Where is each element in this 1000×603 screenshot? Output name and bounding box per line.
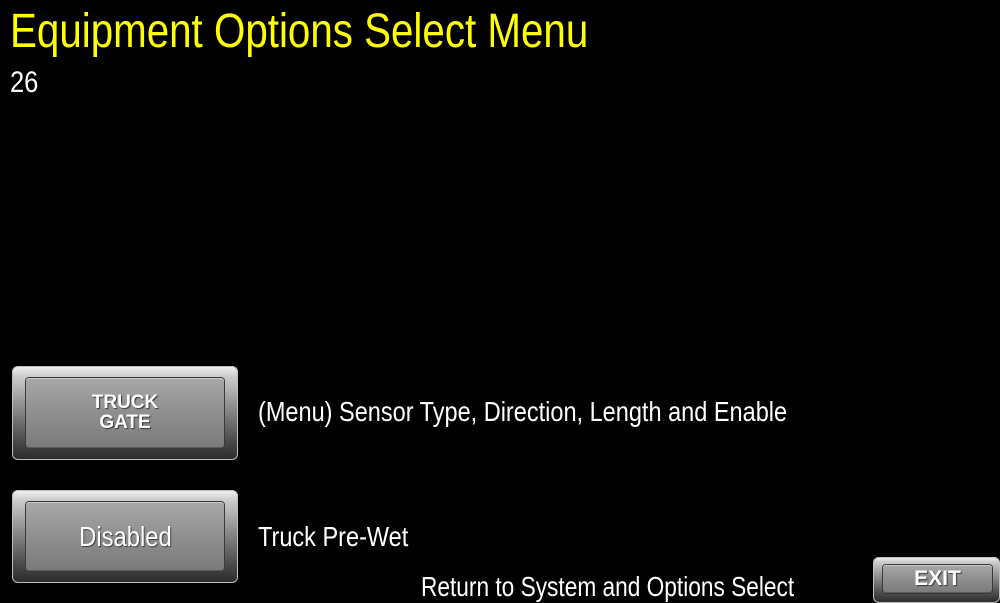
page-title: Equipment Options Select Menu xyxy=(10,5,589,58)
exit-button[interactable]: EXIT xyxy=(873,557,1000,603)
truck-gate-label-line2: GATE xyxy=(99,412,151,433)
screen-number: 26 xyxy=(10,66,39,99)
truck-gate-button-label: TRUCK GATE xyxy=(92,393,159,433)
prewet-button-face[interactable]: Disabled xyxy=(26,502,224,571)
prewet-description: Truck Pre-Wet xyxy=(258,521,409,552)
exit-button-face[interactable]: EXIT xyxy=(883,565,992,593)
truck-gate-label-line1: TRUCK xyxy=(91,392,159,414)
return-description: Return to System and Options Select xyxy=(421,571,795,602)
prewet-toggle-button[interactable]: Disabled xyxy=(12,490,238,583)
truck-gate-button[interactable]: TRUCK GATE xyxy=(12,366,238,460)
screen: Equipment Options Select Menu 26 TRUCK G… xyxy=(0,0,1000,603)
prewet-button-label: Disabled xyxy=(78,520,172,552)
exit-button-label: EXIT xyxy=(914,566,961,590)
truck-gate-description: (Menu) Sensor Type, Direction, Length an… xyxy=(258,396,788,427)
truck-gate-button-face[interactable]: TRUCK GATE xyxy=(26,378,224,448)
